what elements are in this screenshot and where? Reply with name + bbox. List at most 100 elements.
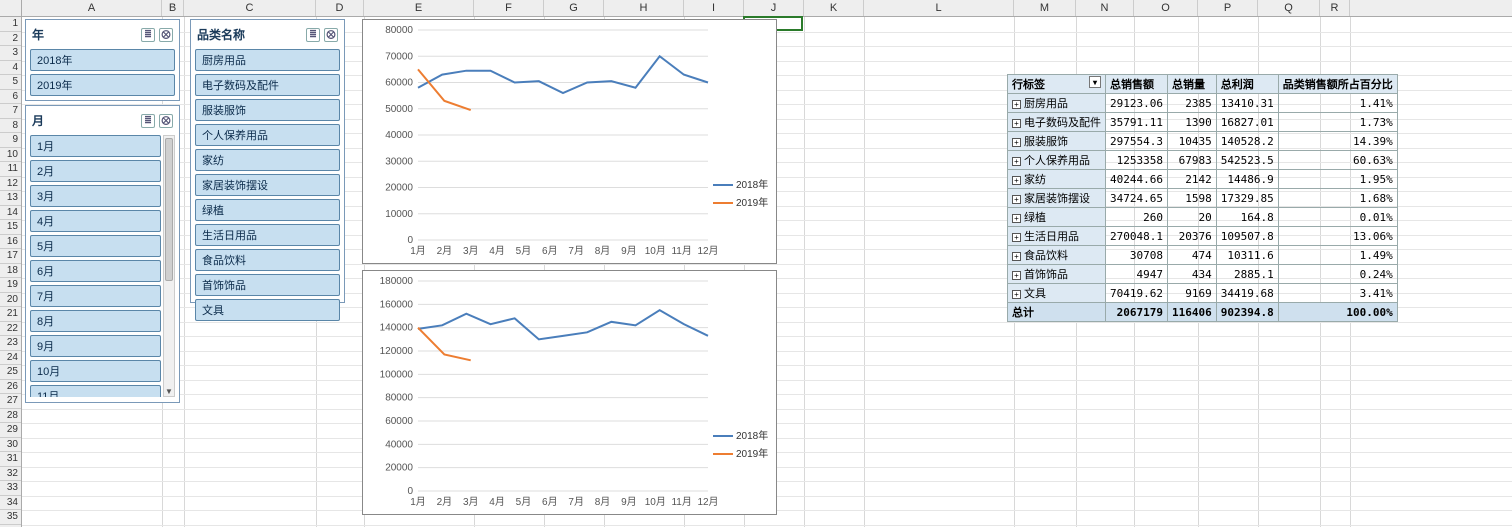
slicer-category-item-7[interactable]: 生活日用品 bbox=[195, 224, 340, 246]
pivot-filter-dropdown[interactable]: ▾ bbox=[1089, 76, 1101, 88]
expand-icon[interactable]: + bbox=[1012, 119, 1021, 128]
pivot-row[interactable]: +厨房用品29123.06238513410.311.41% bbox=[1008, 94, 1398, 113]
row-header-12[interactable]: 12 bbox=[0, 177, 21, 192]
slicer-category-item-5[interactable]: 家居装饰摆设 bbox=[195, 174, 340, 196]
multiselect-icon[interactable]: ≣ bbox=[141, 28, 155, 42]
col-header-P[interactable]: P bbox=[1198, 0, 1258, 16]
row-header-14[interactable]: 14 bbox=[0, 206, 21, 221]
row-header-28[interactable]: 28 bbox=[0, 409, 21, 424]
slicer-category-item-3[interactable]: 个人保养用品 bbox=[195, 124, 340, 146]
row-header-29[interactable]: 29 bbox=[0, 423, 21, 438]
expand-icon[interactable]: + bbox=[1012, 271, 1021, 280]
row-header-35[interactable]: 35 bbox=[0, 510, 21, 525]
slicer-month-item-8[interactable]: 9月 bbox=[30, 335, 161, 357]
expand-icon[interactable]: + bbox=[1012, 214, 1021, 223]
expand-icon[interactable]: + bbox=[1012, 138, 1021, 147]
col-header-C[interactable]: C bbox=[184, 0, 316, 16]
col-header-Q[interactable]: Q bbox=[1258, 0, 1320, 16]
row-header-34[interactable]: 34 bbox=[0, 496, 21, 511]
row-header-11[interactable]: 11 bbox=[0, 162, 21, 177]
row-header-1[interactable]: 1 bbox=[0, 17, 21, 32]
scroll-down-icon[interactable]: ▼ bbox=[164, 386, 174, 396]
slicer-month-item-5[interactable]: 6月 bbox=[30, 260, 161, 282]
row-header-33[interactable]: 33 bbox=[0, 481, 21, 496]
row-header-10[interactable]: 10 bbox=[0, 148, 21, 163]
slicer-month-item-10[interactable]: 11月 bbox=[30, 385, 161, 397]
pivot-header-rowlabel[interactable]: 行标签▾ bbox=[1008, 75, 1106, 94]
slicer-month-item-3[interactable]: 4月 bbox=[30, 210, 161, 232]
row-header-30[interactable]: 30 bbox=[0, 438, 21, 453]
expand-icon[interactable]: + bbox=[1012, 195, 1021, 204]
slicer-month-item-9[interactable]: 10月 bbox=[30, 360, 161, 382]
row-header-19[interactable]: 19 bbox=[0, 278, 21, 293]
expand-icon[interactable]: + bbox=[1012, 176, 1021, 185]
slicer-category-item-6[interactable]: 绿植 bbox=[195, 199, 340, 221]
col-header-N[interactable]: N bbox=[1076, 0, 1134, 16]
clear-filter-icon[interactable]: ⨂ bbox=[324, 28, 338, 42]
chart-bottom[interactable]: 0200004000060000800001000001200001400001… bbox=[362, 270, 777, 515]
row-header-26[interactable]: 26 bbox=[0, 380, 21, 395]
slicer-month-item-6[interactable]: 7月 bbox=[30, 285, 161, 307]
col-header-J[interactable]: J bbox=[744, 0, 804, 16]
row-header-16[interactable]: 16 bbox=[0, 235, 21, 250]
col-header-E[interactable]: E bbox=[364, 0, 474, 16]
slicer-month-item-7[interactable]: 8月 bbox=[30, 310, 161, 332]
col-header-R[interactable]: R bbox=[1320, 0, 1350, 16]
row-header-27[interactable]: 27 bbox=[0, 394, 21, 409]
slicer-month[interactable]: 月 ≣ ⨂ 1月2月3月4月5月6月7月8月9月10月11月12月 ▲ ▼ bbox=[25, 105, 180, 403]
col-header-M[interactable]: M bbox=[1014, 0, 1076, 16]
multiselect-icon[interactable]: ≣ bbox=[141, 114, 155, 128]
slicer-year-item-1[interactable]: 2019年 bbox=[30, 74, 175, 96]
pivot-row[interactable]: +绿植26020164.80.01% bbox=[1008, 208, 1398, 227]
chart-top[interactable]: 0100002000030000400005000060000700008000… bbox=[362, 19, 777, 264]
row-header-3[interactable]: 3 bbox=[0, 46, 21, 61]
pivot-row[interactable]: +个人保养用品125335867983542523.560.63% bbox=[1008, 151, 1398, 170]
pivot-row[interactable]: +文具70419.62916934419.683.41% bbox=[1008, 284, 1398, 303]
row-header-23[interactable]: 23 bbox=[0, 336, 21, 351]
row-header-8[interactable]: 8 bbox=[0, 119, 21, 134]
row-header-20[interactable]: 20 bbox=[0, 293, 21, 308]
slicer-category-item-2[interactable]: 服装服饰 bbox=[195, 99, 340, 121]
clear-filter-icon[interactable]: ⨂ bbox=[159, 114, 173, 128]
slicer-category-item-8[interactable]: 食品饮料 bbox=[195, 249, 340, 271]
pivot-row[interactable]: +生活日用品270048.120376109507.813.06% bbox=[1008, 227, 1398, 246]
row-header-21[interactable]: 21 bbox=[0, 307, 21, 322]
pivot-row[interactable]: +食品饮料3070847410311.61.49% bbox=[1008, 246, 1398, 265]
col-header-A[interactable]: A bbox=[22, 0, 162, 16]
col-header-B[interactable]: B bbox=[162, 0, 184, 16]
pivot-row[interactable]: +电子数码及配件35791.11139016827.011.73% bbox=[1008, 113, 1398, 132]
row-header-6[interactable]: 6 bbox=[0, 90, 21, 105]
slicer-year[interactable]: 年 ≣ ⨂ 2018年2019年 bbox=[25, 19, 180, 101]
expand-icon[interactable]: + bbox=[1012, 100, 1021, 109]
expand-icon[interactable]: + bbox=[1012, 233, 1021, 242]
row-header-13[interactable]: 13 bbox=[0, 191, 21, 206]
row-header-7[interactable]: 7 bbox=[0, 104, 21, 119]
scroll-thumb[interactable] bbox=[165, 138, 173, 281]
clear-filter-icon[interactable]: ⨂ bbox=[159, 28, 173, 42]
row-header-2[interactable]: 2 bbox=[0, 32, 21, 47]
col-header-O[interactable]: O bbox=[1134, 0, 1198, 16]
row-header-18[interactable]: 18 bbox=[0, 264, 21, 279]
col-header-K[interactable]: K bbox=[804, 0, 864, 16]
pivot-row[interactable]: +家居装饰摆设34724.65159817329.851.68% bbox=[1008, 189, 1398, 208]
slicer-year-item-0[interactable]: 2018年 bbox=[30, 49, 175, 71]
col-header-D[interactable]: D bbox=[316, 0, 364, 16]
row-header-15[interactable]: 15 bbox=[0, 220, 21, 235]
expand-icon[interactable]: + bbox=[1012, 290, 1021, 299]
slicer-category-item-10[interactable]: 文具 bbox=[195, 299, 340, 321]
slicer-scrollbar[interactable]: ▲ ▼ bbox=[163, 135, 175, 397]
pivot-row[interactable]: +服装服饰297554.310435140528.214.39% bbox=[1008, 132, 1398, 151]
col-header-H[interactable]: H bbox=[604, 0, 684, 16]
row-header-32[interactable]: 32 bbox=[0, 467, 21, 482]
row-header-17[interactable]: 17 bbox=[0, 249, 21, 264]
pivot-row[interactable]: +家纺40244.66214214486.91.95% bbox=[1008, 170, 1398, 189]
expand-icon[interactable]: + bbox=[1012, 157, 1021, 166]
row-header-24[interactable]: 24 bbox=[0, 351, 21, 366]
expand-icon[interactable]: + bbox=[1012, 252, 1021, 261]
slicer-category[interactable]: 品类名称 ≣ ⨂ 厨房用品电子数码及配件服装服饰个人保养用品家纺家居装饰摆设绿植… bbox=[190, 19, 345, 303]
row-header-22[interactable]: 22 bbox=[0, 322, 21, 337]
row-header-4[interactable]: 4 bbox=[0, 61, 21, 76]
row-header-25[interactable]: 25 bbox=[0, 365, 21, 380]
col-header-F[interactable]: F bbox=[474, 0, 544, 16]
pivot-table[interactable]: 行标签▾总销售额总销量总利润品类销售额所占百分比+厨房用品29123.06238… bbox=[1007, 74, 1398, 322]
